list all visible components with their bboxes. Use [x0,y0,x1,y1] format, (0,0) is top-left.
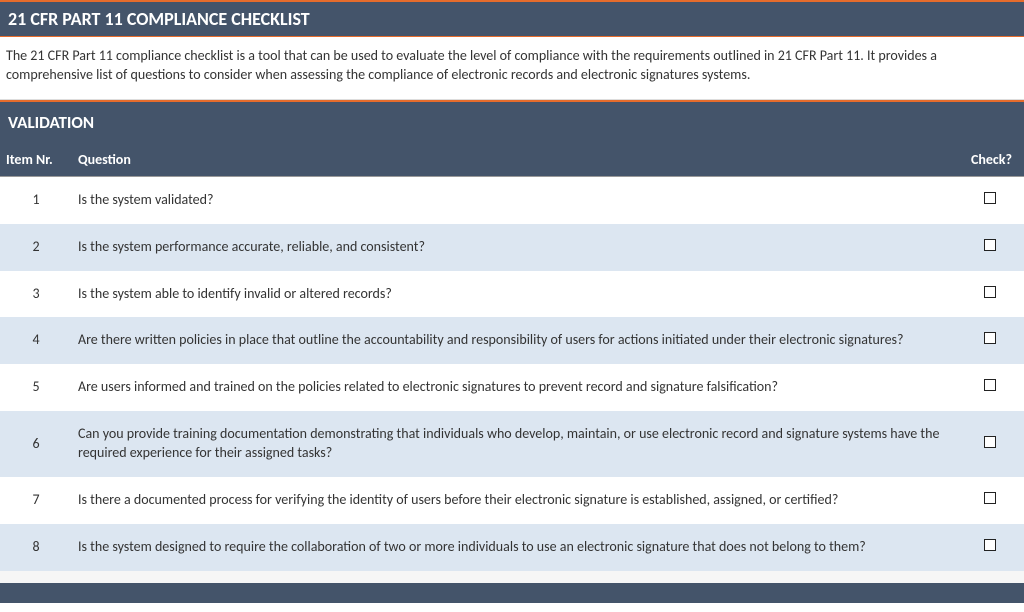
item-question: Can you provide training documentation d… [72,411,956,477]
col-header-item: Item Nr. [0,143,72,177]
checkbox-icon[interactable] [984,239,996,251]
checkbox-icon[interactable] [984,332,996,344]
checkbox-icon[interactable] [984,539,996,551]
item-question: Is the system designed to require the co… [72,524,956,571]
item-check-cell [956,224,1024,271]
checklist-table: Item Nr. Question Check? 1Is the system … [0,143,1024,583]
item-question: Are there written policies in place that… [72,317,956,364]
item-question: Is there a documented process for verify… [72,477,956,524]
table-row: 1Is the system validated? [0,176,1024,223]
item-number: 1 [0,176,72,223]
col-header-check: Check? [956,143,1024,177]
item-check-cell [956,477,1024,524]
table-row: 3Is the system able to identify invalid … [0,271,1024,318]
item-check-cell [956,176,1024,223]
table-row: 4Are there written policies in place tha… [0,317,1024,364]
table-row: 7Is there a documented process for verif… [0,477,1024,524]
item-question: Is the system validated? [72,176,956,223]
col-header-question: Question [72,143,956,177]
checkbox-icon[interactable] [984,379,996,391]
section-title: VALIDATION [0,100,1024,143]
item-number: 3 [0,271,72,318]
item-number: 4 [0,317,72,364]
item-check-cell [956,364,1024,411]
item-question: Is the system performance accurate, reli… [72,224,956,271]
item-question: Are users informed and trained on the po… [72,364,956,411]
spacer-row [0,571,1024,583]
item-question: Is the system able to identify invalid o… [72,271,956,318]
item-number: 5 [0,364,72,411]
table-row: 2Is the system performance accurate, rel… [0,224,1024,271]
checkbox-icon[interactable] [984,286,996,298]
item-number: 6 [0,411,72,477]
table-row: 5Are users informed and trained on the p… [0,364,1024,411]
item-check-cell [956,317,1024,364]
intro-text: The 21 CFR Part 11 compliance checklist … [0,37,1024,100]
item-number: 7 [0,477,72,524]
item-check-cell [956,271,1024,318]
item-number: 2 [0,224,72,271]
checkbox-icon[interactable] [984,436,996,448]
checkbox-icon[interactable] [984,492,996,504]
checkbox-icon[interactable] [984,192,996,204]
footer-bar [0,583,1024,603]
table-row: 8Is the system designed to require the c… [0,524,1024,571]
table-row: 6Can you provide training documentation … [0,411,1024,477]
item-number: 8 [0,524,72,571]
item-check-cell [956,411,1024,477]
page-title: 21 CFR PART 11 COMPLIANCE CHECKLIST [0,0,1024,37]
item-check-cell [956,524,1024,571]
